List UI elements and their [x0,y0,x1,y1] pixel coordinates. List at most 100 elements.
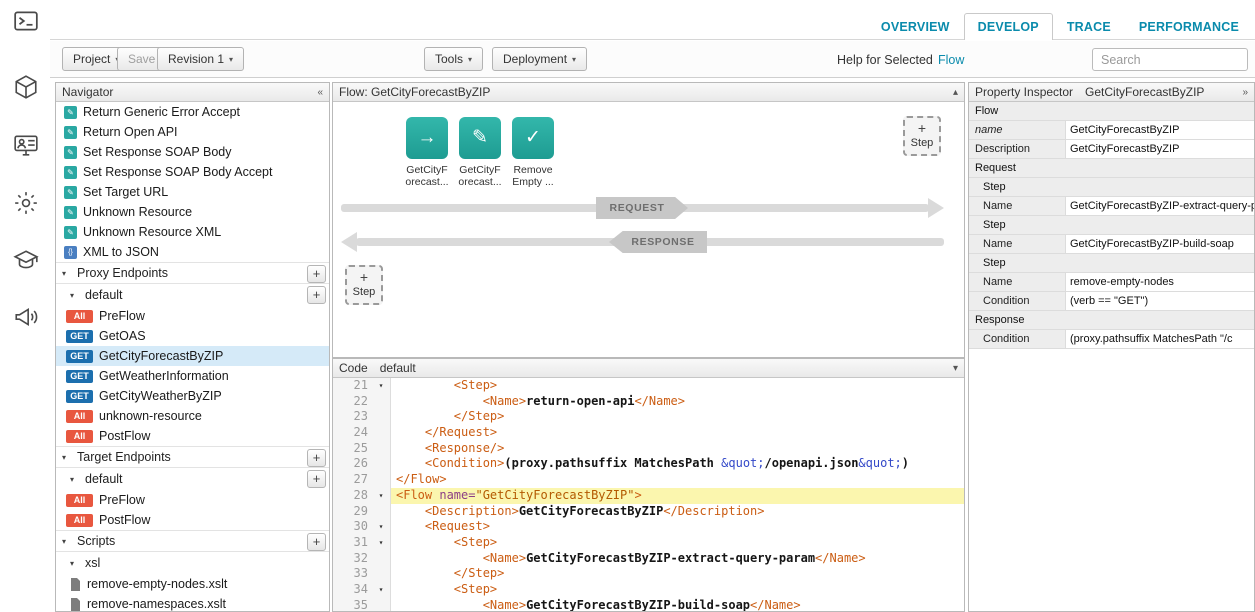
flow-step[interactable]: ✓RemoveEmpty ... [509,117,557,188]
code-line[interactable]: 21▾ <Step> [333,378,964,394]
code-line[interactable]: 34▾ <Step> [333,582,964,598]
section-proxy-endpoints[interactable]: ▾ Proxy Endpoints + [56,262,329,284]
policy-item[interactable]: ✎Return Open API [56,122,329,142]
inspector-value[interactable]: (verb == "GET") [1066,292,1254,310]
code-line[interactable]: 23 </Step> [333,409,964,425]
tab-trace[interactable]: TRACE [1053,13,1125,40]
policy-item[interactable]: ✎Unknown Resource [56,202,329,222]
group-target-default[interactable]: ▾ default + [56,468,329,490]
script-file-item[interactable]: remove-namespaces.xslt [56,594,329,612]
policy-item[interactable]: ✎Unknown Resource XML [56,222,329,242]
tab-performance[interactable]: PERFORMANCE [1125,13,1253,40]
tab-develop[interactable]: DEVELOP [964,13,1053,40]
code-line[interactable]: 25 <Response/> [333,441,964,457]
section-label: Scripts [77,534,115,548]
code-editor[interactable]: 21▾ <Step>22 <Name>return-open-api</Name… [333,378,964,611]
inspector-value[interactable]: remove-empty-nodes [1066,273,1254,291]
project-menu-label: Project [73,52,110,66]
code-line[interactable]: 26 <Condition>(proxy.pathsuffix MatchesP… [333,456,964,472]
fold-gutter [371,425,391,441]
code-line[interactable]: 32 <Name>GetCityForecastByZIP-extract-qu… [333,551,964,567]
fold-caret-icon[interactable]: ▾ [371,535,391,551]
learn-graduation-cap-icon[interactable] [13,247,39,273]
inspector-value[interactable]: GetCityForecastByZIP-build-soap [1066,235,1254,253]
add-proxy-flow-button[interactable]: + [307,286,326,304]
check-policy-icon: ✓ [512,117,554,159]
flow-item-getweatherinformation[interactable]: GETGetWeatherInformation [56,366,329,386]
add-step-button-bottom[interactable]: + Step [345,265,383,305]
pencil-policy-icon: ✎ [459,117,501,159]
publish-portal-icon[interactable] [13,132,39,158]
group-xsl[interactable]: ▾ xsl [56,552,329,574]
support-megaphone-icon[interactable] [13,304,39,330]
code-line[interactable]: 31▾ <Step> [333,535,964,551]
flow-step[interactable]: ✎GetCityForecast... [456,117,504,188]
policy-item[interactable]: ✎Set Response SOAP Body Accept [56,162,329,182]
inspector-subject: GetCityForecastByZIP [1085,85,1204,99]
script-file-item[interactable]: remove-empty-nodes.xslt [56,574,329,594]
revision-menu-button[interactable]: Revision 1▾ [157,47,244,71]
inspector-value[interactable]: (proxy.pathsuffix MatchesPath "/c [1066,330,1254,348]
section-target-endpoints[interactable]: ▾ Target Endpoints + [56,446,329,468]
expand-code-panel-icon[interactable]: ▾ [953,363,958,374]
help-flow-link[interactable]: Flow [938,53,964,67]
flow-item-preflow[interactable]: AllPreFlow [56,306,329,326]
collapse-navigator-icon[interactable]: « [317,87,323,98]
policy-item[interactable]: {}XML to JSON [56,242,329,262]
flow-item-getcityforecastbyzip[interactable]: GETGetCityForecastByZIP [56,346,329,366]
add-script-button[interactable]: + [307,533,326,551]
code-line[interactable]: 30▾ <Request> [333,519,964,535]
response-label[interactable]: RESPONSE [609,231,707,253]
code-line[interactable]: 27</Flow> [333,472,964,488]
code-line[interactable]: 22 <Name>return-open-api</Name> [333,394,964,410]
add-proxy-endpoint-button[interactable]: + [307,265,326,283]
code-line[interactable]: 35 <Name>GetCityForecastByZIP-build-soap… [333,598,964,611]
fold-caret-icon[interactable]: ▾ [371,582,391,598]
flow-item-postflow[interactable]: AllPostFlow [56,510,329,530]
terminal-icon[interactable] [13,8,39,34]
policy-item[interactable]: ✎Return Generic Error Accept [56,102,329,122]
flow-item-getoas[interactable]: GETGetOAS [56,326,329,346]
collapse-flow-panel-icon[interactable]: ▴ [953,87,958,98]
flow-step[interactable]: →GetCityForecast... [403,117,451,188]
add-target-flow-button[interactable]: + [307,470,326,488]
left-rail [0,0,50,612]
deployment-menu-button[interactable]: Deployment▾ [492,47,587,71]
fold-gutter [371,441,391,457]
api-proxies-box-icon[interactable] [13,74,39,100]
policy-item[interactable]: ✎Set Target URL [56,182,329,202]
fold-caret-icon[interactable]: ▾ [371,519,391,535]
flow-item-postflow[interactable]: AllPostFlow [56,426,329,446]
fold-caret-icon[interactable]: ▾ [371,378,391,394]
code-line[interactable]: 29 <Description>GetCityForecastByZIP</De… [333,504,964,520]
search-input[interactable] [1092,48,1248,71]
flow-item-preflow[interactable]: AllPreFlow [56,490,329,510]
code-text: <Step> [391,535,964,551]
add-step-button-top[interactable]: + Step [903,116,941,156]
add-target-endpoint-button[interactable]: + [307,449,326,467]
fold-caret-icon[interactable]: ▾ [371,488,391,504]
save-label: Save [128,52,155,66]
flow-item-getcityweatherbyzip[interactable]: GETGetCityWeatherByZIP [56,386,329,406]
tools-menu-button[interactable]: Tools▾ [424,47,483,71]
expand-inspector-icon[interactable]: » [1242,87,1248,98]
code-text: <Description>GetCityForecastByZIP</Descr… [391,504,964,520]
group-proxy-default[interactable]: ▾ default + [56,284,329,306]
code-line[interactable]: 33 </Step> [333,566,964,582]
code-line[interactable]: 28▾<Flow name="GetCityForecastByZIP"> [333,488,964,504]
code-file-name[interactable]: default [380,361,416,375]
inspector-value[interactable]: GetCityForecastByZIP [1066,121,1254,139]
flow-item-unknown-resource[interactable]: Allunknown-resource [56,406,329,426]
property-inspector-panel: Property Inspector GetCityForecastByZIP … [968,82,1255,612]
policy-item[interactable]: ✎Set Response SOAP Body [56,142,329,162]
method-badge: All [66,410,93,423]
code-line[interactable]: 24 </Request> [333,425,964,441]
admin-gear-icon[interactable] [13,190,39,216]
inspector-value[interactable]: GetCityForecastByZIP-extract-query-param [1066,197,1254,215]
tab-overview[interactable]: OVERVIEW [867,13,964,40]
inspector-section-step: Step [969,178,1254,197]
request-label[interactable]: REQUEST [596,197,688,219]
section-scripts[interactable]: ▾ Scripts + [56,530,329,552]
inspector-value[interactable]: GetCityForecastByZIP [1066,140,1254,158]
inspector-title: Property Inspector [975,85,1073,99]
